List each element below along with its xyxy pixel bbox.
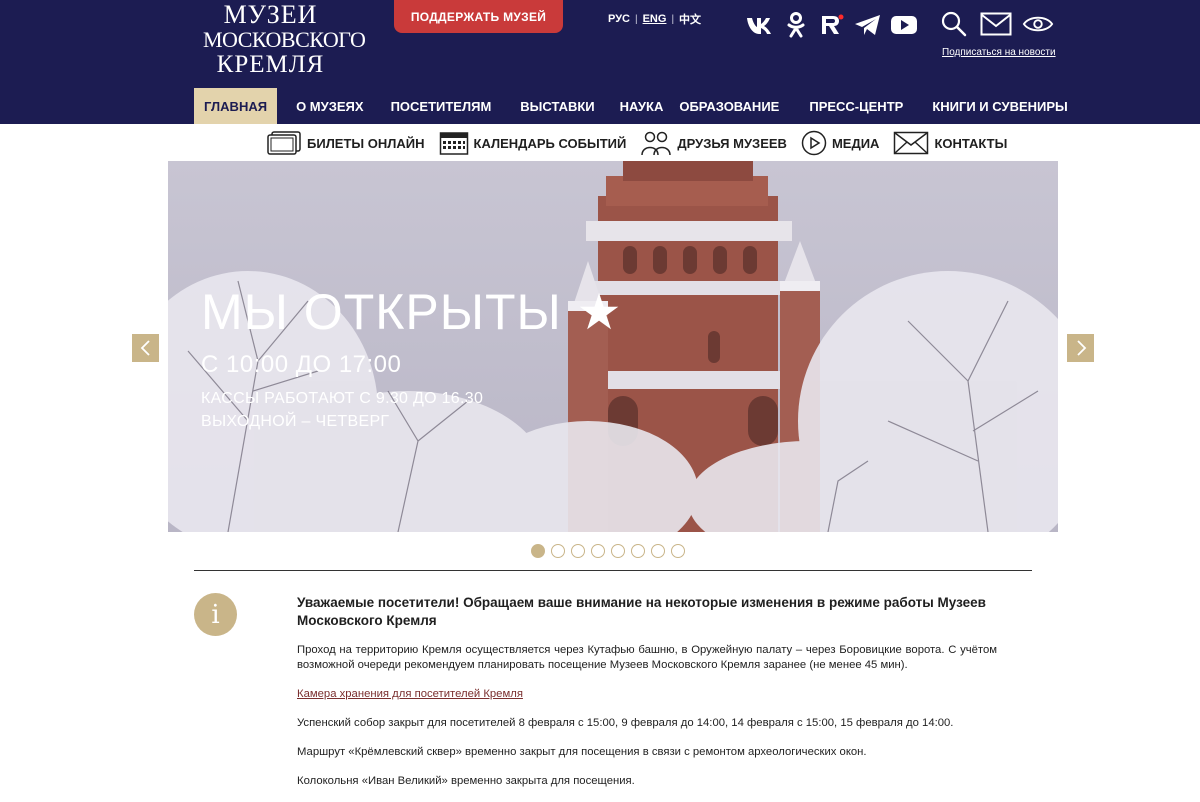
contacts-link[interactable]: КОНТАКТЫ (893, 131, 1007, 155)
slider-dot[interactable] (591, 544, 605, 558)
subscribe-link[interactable]: Подписаться на новости (942, 47, 1056, 58)
quick-links: БИЛЕТЫ ОНЛАЙН КАЛЕНДАРЬ СОБЫТИЙ ДРУЗЬЯ М… (266, 128, 1007, 158)
main-navigation: ГЛАВНАЯ О МУЗЕЯХ ПОСЕТИТЕЛЯМ ВЫСТАВКИ НА… (194, 88, 1078, 124)
nav-books[interactable]: КНИГИ И СУВЕНИРЫ (913, 88, 1077, 124)
nav-home[interactable]: ГЛАВНАЯ (194, 88, 278, 124)
slider-dot[interactable] (611, 544, 625, 558)
lang-ru[interactable]: РУС (608, 13, 635, 25)
mail-icon[interactable] (980, 10, 1012, 38)
hero-hours: С 10:00 ДО 17:00 (201, 351, 402, 378)
logo-line-3: КРЕМЛЯ (216, 51, 325, 78)
notice-paragraph-belltower: Колокольня «Иван Великий» временно закры… (297, 775, 635, 787)
events-calendar-link[interactable]: КАЛЕНДАРЬ СОБЫТИЙ (439, 130, 627, 156)
media-label: МЕДИА (831, 135, 880, 151)
slider-pagination (531, 544, 685, 558)
slider-prev-button[interactable] (132, 334, 159, 362)
visitor-notice: Уважаемые посетители! Обращаем ваше вним… (297, 594, 997, 789)
notice-paragraph-cathedral: Успенский собор закрыт для посетителей 8… (297, 717, 954, 729)
notice-title: Уважаемые посетители! Обращаем ваше вним… (297, 595, 986, 628)
nav-education[interactable]: ОБРАЗОВАНИЕ (673, 88, 789, 124)
kremlin-tower-image (168, 161, 1058, 532)
play-icon (801, 130, 827, 156)
nav-about[interactable]: О МУЗЕЯХ (277, 88, 373, 124)
slider-dot[interactable] (671, 544, 685, 558)
youtube-icon[interactable] (890, 12, 918, 38)
info-icon: i (194, 593, 237, 636)
slider-dot[interactable] (551, 544, 565, 558)
envelope-icon (893, 131, 929, 155)
slider-dot[interactable] (651, 544, 665, 558)
odnoklassniki-icon[interactable] (782, 12, 810, 38)
slider-dot[interactable] (531, 544, 545, 558)
nav-exhibitions[interactable]: ВЫСТАВКИ (501, 88, 604, 124)
tickets-icon (266, 130, 302, 156)
telegram-icon[interactable] (854, 12, 882, 38)
site-header: МУЗЕИ МОСКОВСКОГО КРЕМЛЯ ПОДДЕРЖАТЬ МУЗЕ… (0, 0, 1200, 124)
events-calendar-label: КАЛЕНДАРЬ СОБЫТИЙ (473, 135, 627, 151)
lang-en[interactable]: ENG (638, 13, 672, 25)
notice-paragraph-route: Маршрут «Крёмлевский сквер» временно зак… (297, 746, 867, 758)
nav-press[interactable]: ПРЕСС-ЦЕНТР (789, 88, 913, 124)
header-tools (938, 10, 1054, 38)
museum-friends-link[interactable]: ДРУЗЬЯ МУЗЕЕВ (640, 130, 787, 156)
nav-science[interactable]: НАУКА (605, 88, 674, 124)
hero-banner[interactable]: МЫ ОТКРЫТЫ ★ С 10:00 ДО 17:00 КАССЫ РАБО… (168, 161, 1058, 532)
contacts-label: КОНТАКТЫ (934, 135, 1008, 151)
tickets-online-link[interactable]: БИЛЕТЫ ОНЛАЙН (266, 130, 425, 156)
museum-friends-label: ДРУЗЬЯ МУЗЕЕВ (677, 135, 787, 151)
slider-next-button[interactable] (1067, 334, 1094, 362)
logo-line-2: МОСКОВСКОГО (203, 27, 366, 52)
support-museum-button[interactable]: ПОДДЕРЖАТЬ МУЗЕЙ (394, 0, 563, 33)
chevron-right-icon (1076, 340, 1086, 356)
friends-icon (640, 130, 672, 156)
museum-logo[interactable]: МУЗЕИ МОСКОВСКОГО КРЕМЛЯ (203, 0, 366, 78)
lang-zh[interactable]: 中文 (674, 11, 706, 27)
calendar-icon (439, 130, 469, 156)
hero-cash-hours: КАССЫ РАБОТАЮТ С 9.30 ДО 16.30 (201, 390, 484, 407)
hero-day-off: ВЫХОДНОЙ – ЧЕТВЕРГ (201, 413, 390, 430)
logo-line-1: МУЗЕИ (223, 0, 318, 29)
vk-icon[interactable] (746, 12, 774, 38)
language-switcher: РУС | ENG | 中文 (608, 11, 706, 27)
notice-paragraph-entry: Проход на территорию Кремля осуществляет… (297, 644, 997, 671)
chevron-left-icon (140, 340, 150, 356)
section-divider (194, 570, 1032, 571)
search-icon[interactable] (938, 10, 970, 38)
nav-visitors[interactable]: ПОСЕТИТЕЛЯМ (374, 88, 502, 124)
rutube-icon[interactable] (818, 12, 846, 38)
slider-dot[interactable] (631, 544, 645, 558)
tickets-online-label: БИЛЕТЫ ОНЛАЙН (307, 135, 425, 151)
luggage-storage-link[interactable]: Камера хранения для посетителей Кремля (297, 687, 997, 702)
slider-dot[interactable] (571, 544, 585, 558)
hero-headline: МЫ ОТКРЫТЫ ★ (201, 284, 623, 340)
media-link[interactable]: МЕДИА (801, 130, 880, 156)
social-links (746, 12, 918, 38)
eye-icon[interactable] (1022, 10, 1054, 38)
